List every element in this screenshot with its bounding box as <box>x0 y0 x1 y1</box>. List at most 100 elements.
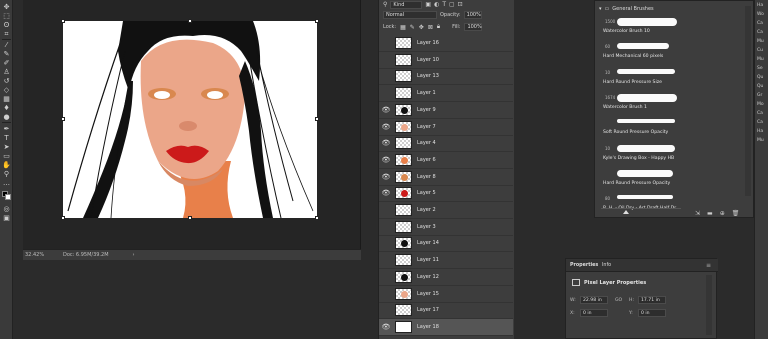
transform-handle[interactable] <box>61 19 65 23</box>
visibility-eye-icon[interactable]: 👁︎ <box>379 239 393 247</box>
pixel-filter-icon[interactable]: ▣ <box>425 1 431 8</box>
layer-row[interactable]: 👁︎ Layer 7 <box>379 119 513 136</box>
height-input[interactable]: 17.71 in <box>638 296 666 304</box>
layer-row[interactable]: 👁︎ Layer 6 <box>379 152 513 169</box>
layer-row[interactable]: 👁︎ Layer 4 <box>379 135 513 153</box>
blur-icon[interactable]: ♦ <box>2 104 11 112</box>
transform-handle[interactable] <box>315 117 319 121</box>
visibility-eye-icon[interactable]: 👁︎ <box>379 89 393 97</box>
transform-handle[interactable] <box>61 117 65 121</box>
shape-filter-icon[interactable]: ▢ <box>449 1 455 8</box>
layer-row[interactable]: 👁︎ Layer 8 <box>379 169 513 186</box>
lock-position-icon[interactable]: ✥ <box>419 24 424 31</box>
visibility-eye-icon[interactable]: 👁︎ <box>379 323 393 331</box>
visibility-eye-icon[interactable]: 👁︎ <box>379 306 393 314</box>
dock-item[interactable]: Ca <box>757 120 763 125</box>
screen-mode-icon[interactable]: ▣ <box>2 214 11 222</box>
dock-item[interactable]: Mu <box>757 57 764 62</box>
panel-menu-icon[interactable]: ≡ <box>706 262 711 269</box>
tab-properties[interactable]: Properties <box>570 263 598 268</box>
brush-name[interactable]: Hard Round Pressure Opacity <box>603 181 670 186</box>
dock-item[interactable]: Cu <box>757 48 763 53</box>
fill-input[interactable]: 100% <box>464 23 483 31</box>
crop-icon[interactable]: ⌗ <box>2 30 11 38</box>
opacity-input[interactable]: 100% <box>463 11 482 19</box>
toggle-brush-settings-icon[interactable]: ⇲ <box>695 210 700 217</box>
visibility-eye-icon[interactable]: 👁︎ <box>379 290 393 298</box>
layer-row[interactable]: 👁︎ Layer 3 <box>379 219 513 236</box>
brush-stroke-preview[interactable] <box>617 195 673 200</box>
lock-image-icon[interactable]: ✎ <box>410 24 415 31</box>
visibility-eye-icon[interactable]: 👁︎ <box>379 123 393 131</box>
brush-size-slider[interactable] <box>601 208 681 216</box>
visibility-eye-icon[interactable]: 👁︎ <box>379 139 393 147</box>
brush-stroke-preview[interactable] <box>617 169 673 177</box>
dock-item[interactable]: Ca <box>757 21 763 26</box>
brush-stroke-preview[interactable] <box>617 68 675 74</box>
brush-name[interactable]: Hard Mechanical 60 pixels <box>603 54 663 59</box>
slider-thumb[interactable] <box>623 210 629 214</box>
hand-icon[interactable]: ✋ <box>2 161 11 169</box>
lasso-icon[interactable]: ʘ <box>2 21 11 29</box>
dock-item[interactable]: Ha <box>757 129 763 134</box>
brush-stroke-preview[interactable] <box>617 93 677 102</box>
stamp-icon[interactable]: ♙ <box>2 68 11 76</box>
marquee-icon[interactable]: ⬚ <box>2 12 11 20</box>
brush-name[interactable]: Watercolor Brush 1 <box>603 105 647 110</box>
transform-handle[interactable] <box>188 19 192 23</box>
layer-row[interactable]: 👁︎ Layer 17 <box>379 302 513 320</box>
dock-item[interactable]: Ca <box>757 30 763 35</box>
status-arrow-icon[interactable]: › <box>133 252 135 258</box>
layer-row[interactable]: 👁︎ Layer 16 <box>379 35 513 52</box>
dock-item[interactable]: Qu <box>757 75 763 80</box>
gradient-icon[interactable]: ▦ <box>2 95 11 103</box>
eyedropper-icon[interactable]: ⁄ <box>2 41 11 49</box>
layer-row[interactable]: 👁︎ Layer 15 <box>379 286 513 303</box>
zoom-level[interactable]: 32.42% <box>23 252 53 258</box>
trash-icon[interactable]: 🗑︎ <box>732 210 740 217</box>
brush-stroke-preview[interactable] <box>617 119 675 124</box>
path-select-icon[interactable]: ➤ <box>2 143 11 151</box>
lock-artboard-icon[interactable]: ⊠ <box>428 24 433 31</box>
layer-row[interactable]: 👁︎ Layer 1 <box>379 85 513 103</box>
visibility-eye-icon[interactable]: 👁︎ <box>379 106 393 114</box>
dock-item[interactable]: Ha <box>757 3 763 8</box>
healing-icon[interactable]: ✎ <box>2 50 11 58</box>
brush-stroke-preview[interactable] <box>617 43 669 50</box>
layer-row[interactable]: 👁︎ Layer 12 <box>379 269 513 286</box>
visibility-eye-icon[interactable]: 👁︎ <box>379 39 393 47</box>
history-brush-icon[interactable]: ↺ <box>2 77 11 85</box>
layer-row[interactable]: 👁︎ Layer 18 <box>379 318 513 336</box>
dock-item[interactable]: Se <box>757 66 763 71</box>
lock-transparent-icon[interactable]: ▦ <box>400 24 406 31</box>
dodge-icon[interactable]: ● <box>2 113 11 121</box>
width-input[interactable]: 22.98 in <box>580 296 608 304</box>
dock-item[interactable]: Ca <box>757 111 763 116</box>
properties-scrollbar[interactable] <box>706 275 712 335</box>
new-brush-icon[interactable]: ⊕ <box>720 210 725 217</box>
layer-row[interactable]: 👁︎ Layer 11 <box>379 252 513 270</box>
transform-handle[interactable] <box>61 216 65 220</box>
x-input[interactable]: 0 in <box>580 309 608 317</box>
brush-name[interactable]: Kyle's Drawing Box - Happy HB <box>603 156 674 161</box>
tab-info[interactable]: Info <box>602 263 611 268</box>
layer-row[interactable]: 👁︎ Layer 2 <box>379 202 513 219</box>
layer-row[interactable]: 👁︎ Layer 5 <box>379 185 513 203</box>
transform-handle[interactable] <box>315 216 319 220</box>
search-icon[interactable]: ⚲ <box>383 1 387 8</box>
brush-name[interactable]: Soft Round Pressure Opacity <box>603 130 668 135</box>
dock-item[interactable]: Mu <box>757 138 764 143</box>
visibility-eye-icon[interactable]: 👁︎ <box>379 223 393 231</box>
canvas[interactable] <box>63 21 317 218</box>
quick-mask-icon[interactable]: ◎ <box>2 205 11 213</box>
dock-item[interactable]: Qu <box>757 84 763 89</box>
shape-icon[interactable]: ▭ <box>2 152 11 160</box>
brush-name[interactable]: Watercolor Brush 10 <box>603 29 650 34</box>
link-dimensions-icon[interactable]: GO <box>615 298 622 303</box>
visibility-eye-icon[interactable]: 👁︎ <box>379 256 393 264</box>
brush-stroke-preview[interactable] <box>617 18 677 26</box>
visibility-eye-icon[interactable]: 👁︎ <box>379 206 393 214</box>
layer-row[interactable]: 👁︎ Layer 14 <box>379 235 513 253</box>
transform-handle[interactable] <box>315 19 319 23</box>
transform-handle[interactable] <box>188 216 192 220</box>
